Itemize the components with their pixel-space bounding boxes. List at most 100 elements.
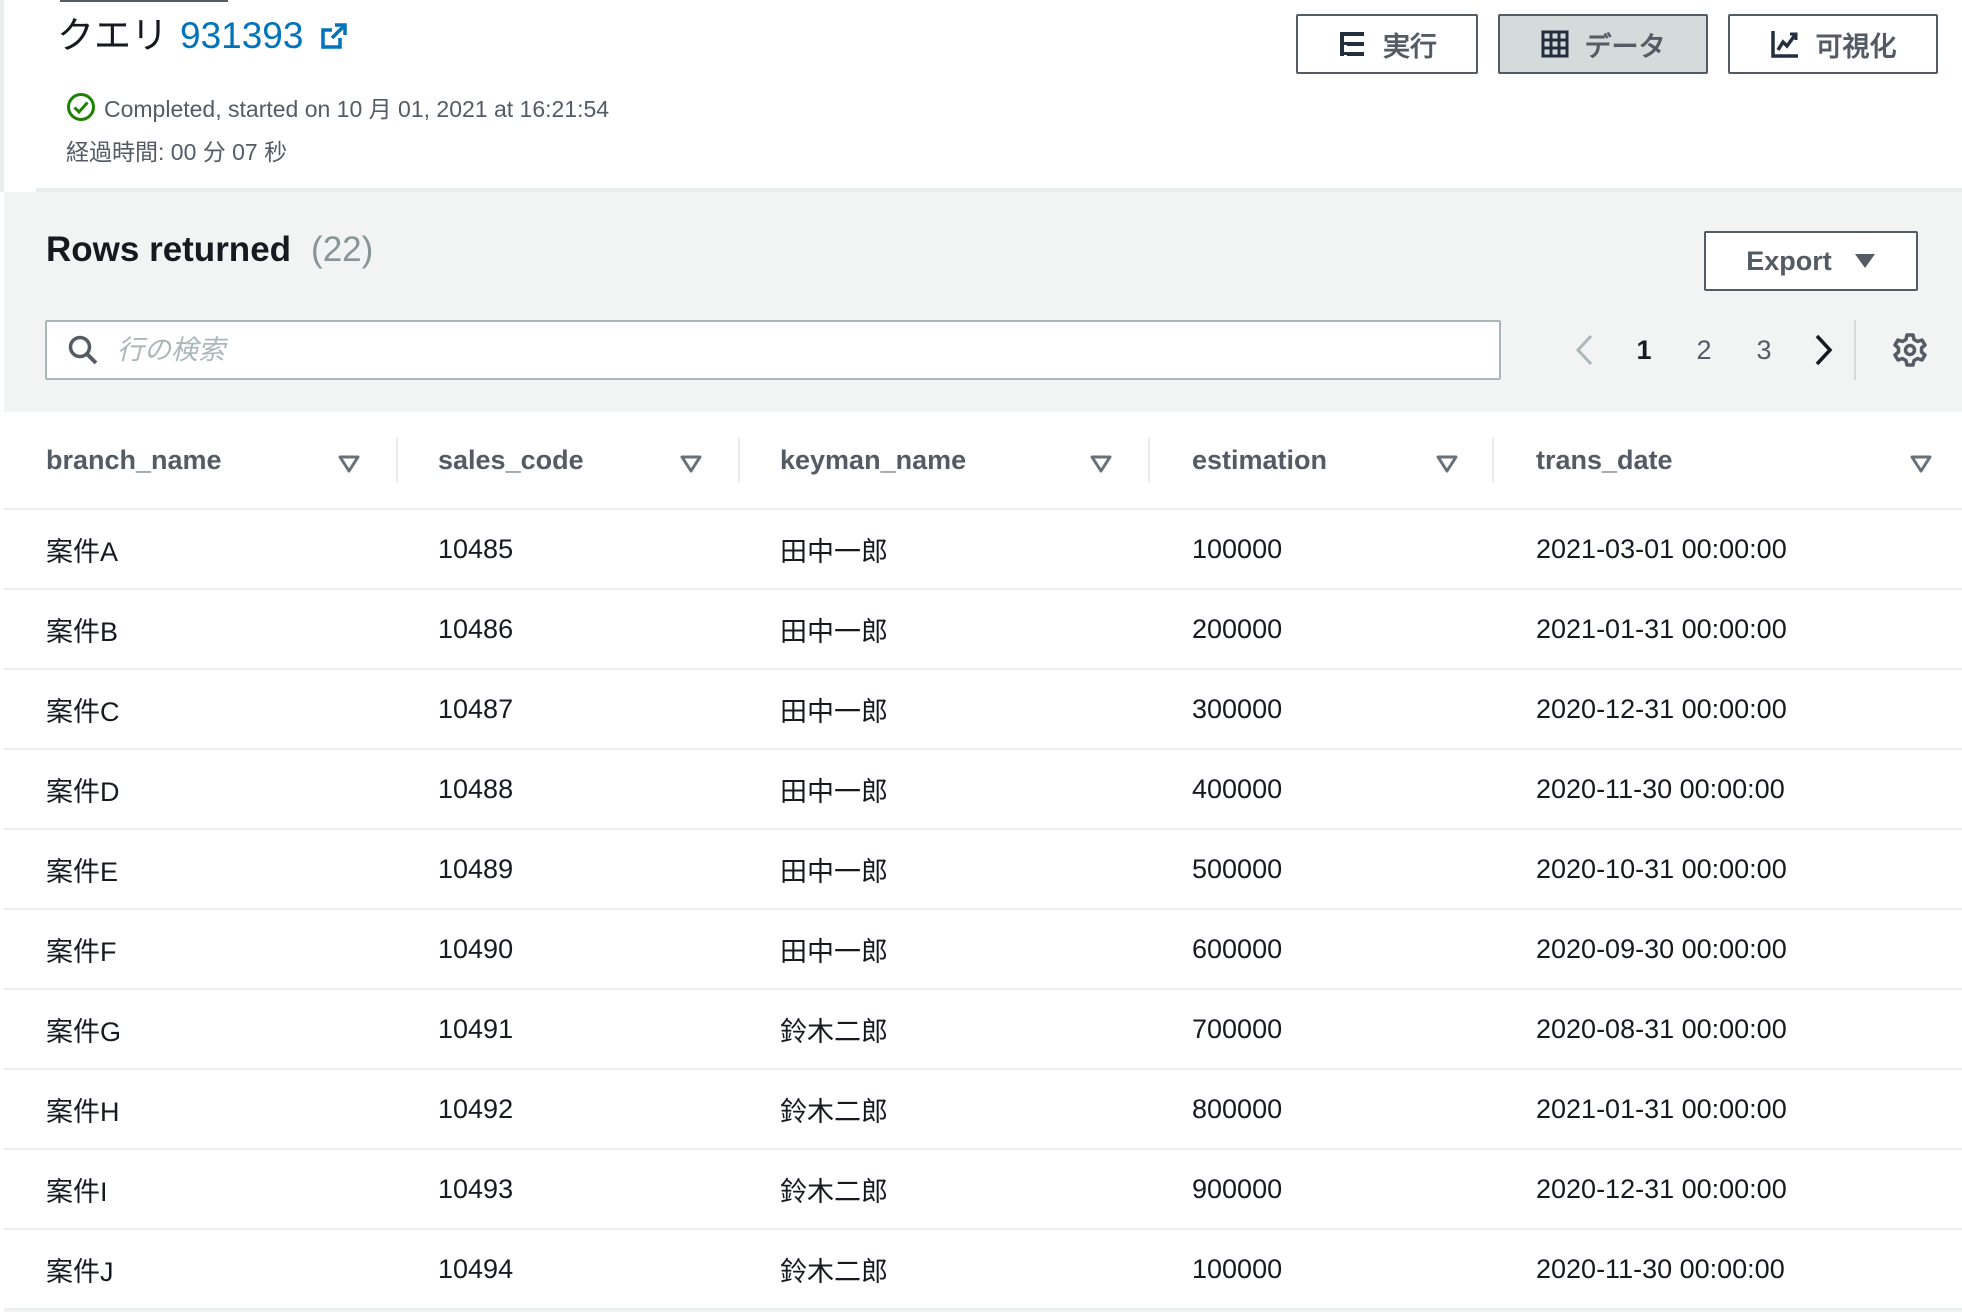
cell-branch-name: 案件H: [4, 1069, 398, 1149]
cell-sales-code: 10494: [398, 1229, 740, 1309]
cell-trans-date: 2020-08-31 00:00:00: [1494, 989, 1962, 1069]
page-3[interactable]: 3: [1734, 335, 1794, 366]
cell-branch-name: 案件F: [4, 909, 398, 989]
column-header-sales-code[interactable]: sales_code: [398, 411, 740, 509]
cell-text: 200000: [1192, 613, 1283, 644]
grid-icon: [1541, 30, 1569, 58]
column-header-trans-date[interactable]: trans_date: [1494, 411, 1962, 509]
cell-text: 10493: [438, 1173, 514, 1204]
cell-text: 鈴木二郎: [780, 1256, 888, 1287]
gear-icon[interactable]: [1892, 332, 1928, 373]
cell-text: 2020-09-30 00:00:00: [1536, 933, 1787, 964]
cell-branch-name: 案件B: [4, 589, 398, 669]
cell-estimation: 800000: [1150, 1069, 1494, 1149]
cell-keyman-name: 田中一郎: [740, 829, 1150, 909]
sort-triangle-icon[interactable]: [680, 449, 702, 480]
cell-text: 700000: [1192, 1013, 1283, 1044]
cell-text: 10487: [438, 693, 514, 724]
cell-text: 案件A: [46, 536, 119, 567]
cell-text: 2020-08-31 00:00:00: [1536, 1013, 1787, 1044]
column-label: trans_date: [1536, 444, 1673, 475]
cell-trans-date: 2020-12-31 00:00:00: [1494, 669, 1962, 749]
table-row: 案件H 10492 鈴木二郎 800000 2021-01-31 00:00:0…: [4, 1070, 1962, 1150]
status-text: Completed, started on 10 月 01, 2021 at 1…: [104, 96, 610, 122]
cell-sales-code: 10489: [398, 829, 740, 909]
column-header-keyman-name[interactable]: keyman_name: [740, 411, 1150, 509]
cell-estimation: 100000: [1150, 1229, 1494, 1309]
cell-estimation: 700000: [1150, 989, 1494, 1069]
view-mode-buttons: 実行 データ 可視化: [1296, 14, 1938, 74]
cell-trans-date: 2021-01-31 00:00:00: [1494, 589, 1962, 669]
query-header: クエリ 931393 Completed, started on 10 月 01…: [0, 0, 1962, 192]
export-button-label: Export: [1746, 245, 1832, 276]
sort-triangle-icon[interactable]: [1910, 449, 1932, 480]
rows-returned-heading: Rows returned (22): [46, 230, 373, 270]
cell-text: 800000: [1192, 1093, 1283, 1124]
cell-keyman-name: 田中一郎: [740, 749, 1150, 829]
chevron-left-icon[interactable]: [1554, 333, 1614, 367]
cell-text: 100000: [1192, 1253, 1283, 1284]
check-circle-icon: [66, 92, 96, 122]
cell-text: 400000: [1192, 773, 1283, 804]
sort-triangle-icon[interactable]: [1090, 449, 1112, 480]
cell-text: 2020-11-30 00:00:00: [1536, 1253, 1785, 1284]
cell-sales-code: 10493: [398, 1149, 740, 1229]
cell-text: 田中一郎: [780, 776, 888, 807]
cell-text: 案件F: [46, 936, 117, 967]
page-2[interactable]: 2: [1674, 335, 1734, 366]
cell-trans-date: 2020-11-30 00:00:00: [1494, 749, 1962, 829]
results-table: branch_name sales_code keyman_name estim…: [4, 412, 1962, 1310]
column-header-estimation[interactable]: estimation: [1150, 411, 1494, 509]
cell-text: 10485: [438, 533, 514, 564]
cell-text: 案件E: [46, 856, 119, 887]
cell-trans-date: 2020-09-30 00:00:00: [1494, 909, 1962, 989]
cell-keyman-name: 鈴木二郎: [740, 1229, 1150, 1309]
table-row: 案件J 10494 鈴木二郎 100000 2020-11-30 00:00:0…: [4, 1230, 1962, 1310]
rows-returned-title: Rows returned: [46, 230, 292, 269]
cell-estimation: 100000: [1150, 509, 1494, 589]
export-button[interactable]: Export: [1704, 231, 1918, 291]
visualize-button-label: 可視化: [1815, 31, 1897, 62]
sort-triangle-icon[interactable]: [338, 449, 360, 480]
run-button[interactable]: 実行: [1296, 14, 1478, 74]
column-label: sales_code: [438, 444, 584, 475]
search-icon: [67, 334, 99, 366]
cell-text: 10489: [438, 853, 514, 884]
cell-text: 10491: [438, 1013, 514, 1044]
cell-text: 2021-01-31 00:00:00: [1536, 613, 1787, 644]
cell-keyman-name: 田中一郎: [740, 909, 1150, 989]
cell-estimation: 200000: [1150, 589, 1494, 669]
cell-text: 案件C: [46, 696, 120, 727]
cell-sales-code: 10487: [398, 669, 740, 749]
cell-text: 2020-11-30 00:00:00: [1536, 773, 1785, 804]
data-button[interactable]: データ: [1498, 14, 1708, 74]
cell-estimation: 500000: [1150, 829, 1494, 909]
cell-branch-name: 案件I: [4, 1149, 398, 1229]
column-header-branch-name[interactable]: branch_name: [4, 411, 398, 509]
cell-keyman-name: 田中一郎: [740, 669, 1150, 749]
external-link-icon[interactable]: [319, 21, 349, 51]
page-1[interactable]: 1: [1614, 335, 1674, 366]
row-search-field[interactable]: [45, 320, 1501, 380]
cell-sales-code: 10485: [398, 509, 740, 589]
search-input[interactable]: [115, 333, 1415, 367]
query-id-link[interactable]: 931393: [180, 12, 303, 60]
cell-text: 100000: [1192, 533, 1283, 564]
caret-down-icon: [1854, 253, 1876, 269]
visualize-button[interactable]: 可視化: [1728, 14, 1938, 74]
sort-triangle-icon[interactable]: [1436, 449, 1458, 480]
run-button-label: 実行: [1383, 31, 1437, 62]
cell-branch-name: 案件D: [4, 749, 398, 829]
cell-branch-name: 案件C: [4, 669, 398, 749]
cell-branch-name: 案件E: [4, 829, 398, 909]
cell-trans-date: 2021-03-01 00:00:00: [1494, 509, 1962, 589]
cell-keyman-name: 田中一郎: [740, 589, 1150, 669]
cell-branch-name: 案件A: [4, 509, 398, 589]
title-prefix: クエリ: [57, 15, 168, 56]
pagination-separator: [1854, 320, 1856, 380]
cell-text: 鈴木二郎: [780, 1016, 888, 1047]
cell-sales-code: 10490: [398, 909, 740, 989]
chevron-right-icon[interactable]: [1794, 333, 1854, 367]
cell-sales-code: 10488: [398, 749, 740, 829]
cell-text: 2021-01-31 00:00:00: [1536, 1093, 1787, 1124]
